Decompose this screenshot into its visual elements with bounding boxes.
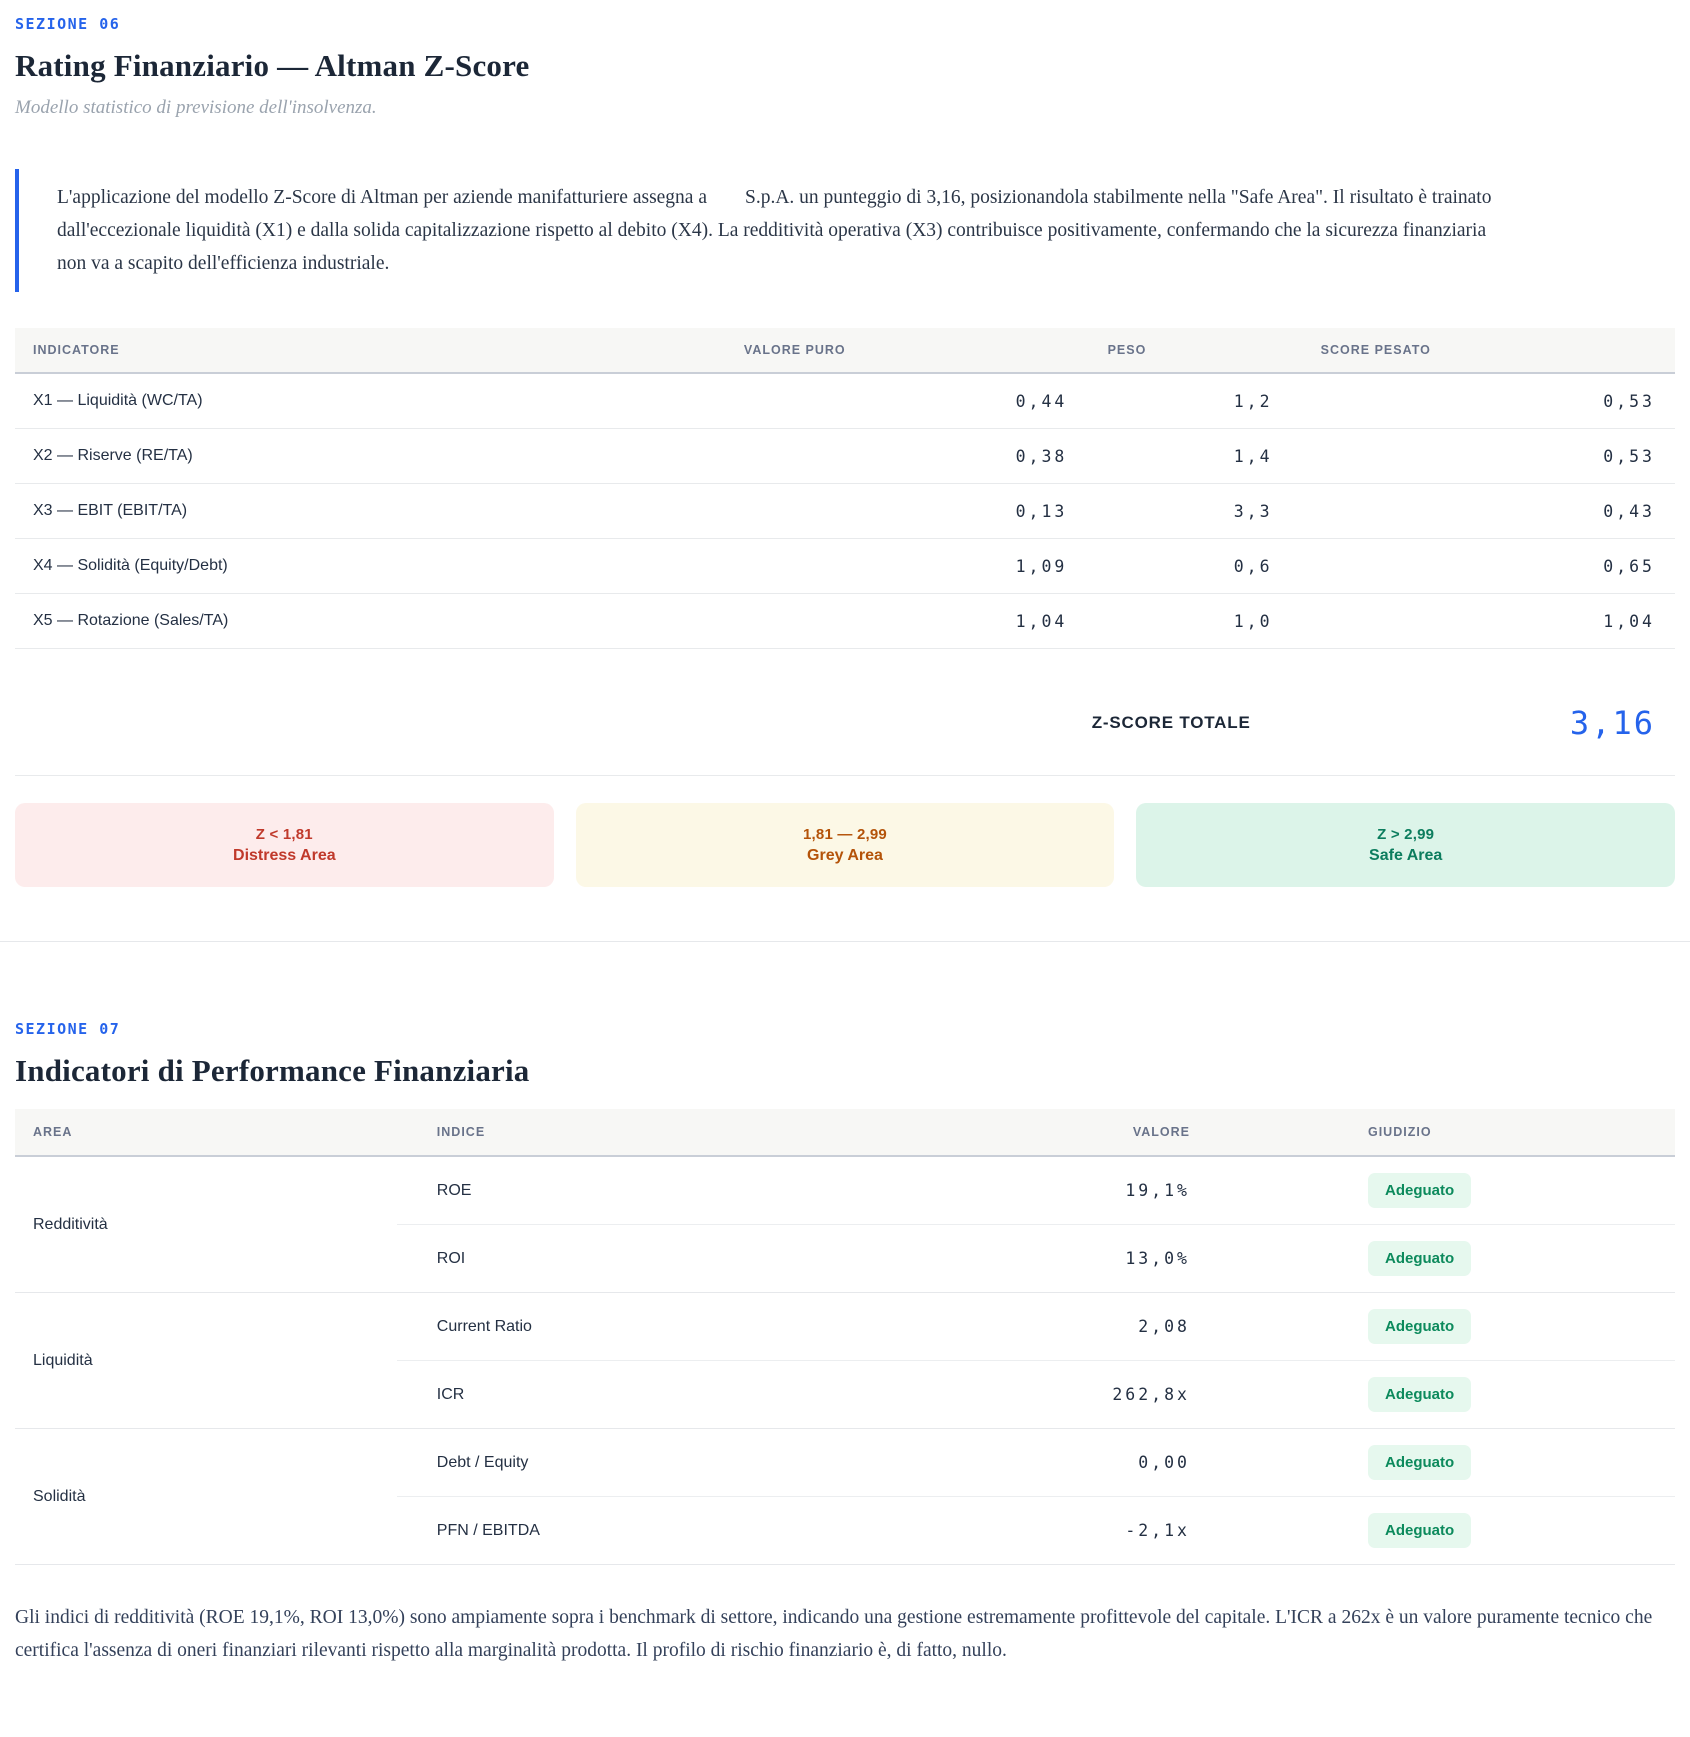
table-row: X4 — Solidità (Equity/Debt) 1,09 0,6 0,6… bbox=[15, 539, 1675, 594]
indicator-weight: 0,6 bbox=[1077, 557, 1276, 576]
zscore-total-row: Z-SCORE TOTALE 3,16 bbox=[15, 649, 1675, 776]
indicator-label: X2 — Riserve (RE/TA) bbox=[15, 447, 712, 465]
report-page: SEZIONE 06 Rating Finanziario — Altman Z… bbox=[0, 0, 1690, 1687]
section-07: SEZIONE 07 Indicatori di Performance Fin… bbox=[15, 1020, 1675, 1667]
zone-label: Safe Area bbox=[1369, 847, 1442, 865]
section-06-title: Rating Finanziario — Altman Z-Score bbox=[15, 48, 1675, 84]
indicator-value: 1,09 bbox=[712, 557, 1077, 576]
indicator-score: 0,43 bbox=[1277, 502, 1675, 521]
judgment-cell: Adeguato bbox=[1260, 1361, 1675, 1428]
group-redditivita: Redditività ROE 19,1% Adeguato ROI 13,0%… bbox=[15, 1157, 1675, 1293]
judgment-badge: Adeguato bbox=[1368, 1309, 1471, 1344]
zone-label: Distress Area bbox=[233, 847, 336, 865]
performance-commentary: Gli indici di redditività (ROE 19,1%, RO… bbox=[15, 1601, 1675, 1667]
indicator-label: X5 — Rotazione (Sales/TA) bbox=[15, 612, 712, 630]
index-value: 13,0% bbox=[978, 1225, 1260, 1292]
judgment-cell: Adeguato bbox=[1260, 1225, 1675, 1292]
indicator-weight: 1,0 bbox=[1077, 612, 1276, 631]
section-separator bbox=[0, 941, 1690, 942]
table-row: X1 — Liquidità (WC/TA) 0,44 1,2 0,53 bbox=[15, 374, 1675, 429]
zone-range: Z > 2,99 bbox=[1377, 826, 1434, 843]
indicator-score: 0,53 bbox=[1277, 392, 1675, 411]
index-label: ROI bbox=[397, 1225, 978, 1292]
judgment-cell: Adeguato bbox=[1260, 1429, 1675, 1496]
index-label: ROE bbox=[397, 1157, 978, 1224]
col-header-valore: Valore bbox=[978, 1125, 1260, 1139]
index-value: 0,00 bbox=[978, 1429, 1260, 1496]
zone-range: 1,81 — 2,99 bbox=[803, 826, 887, 843]
indicator-weight: 1,2 bbox=[1077, 392, 1276, 411]
col-header-area: Area bbox=[15, 1125, 397, 1139]
index-label: Debt / Equity bbox=[397, 1429, 978, 1496]
index-value: -2,1x bbox=[978, 1497, 1260, 1564]
indicator-score: 1,04 bbox=[1277, 612, 1675, 631]
zone-label: Grey Area bbox=[807, 847, 883, 865]
zscore-table: Indicatore Valore Puro Peso Score Pesato… bbox=[15, 328, 1675, 776]
section-06-kicker: SEZIONE 06 bbox=[15, 15, 1675, 33]
col-header-giudizio: Giudizio bbox=[1260, 1125, 1675, 1139]
indicator-weight: 3,3 bbox=[1077, 502, 1276, 521]
judgment-badge: Adeguato bbox=[1368, 1445, 1471, 1480]
performance-table-header: Area Indice Valore Giudizio bbox=[15, 1109, 1675, 1157]
col-header-score-pesato: Score Pesato bbox=[1277, 343, 1675, 357]
section-06: SEZIONE 06 Rating Finanziario — Altman Z… bbox=[15, 15, 1675, 887]
zscore-table-header: Indicatore Valore Puro Peso Score Pesato bbox=[15, 328, 1675, 374]
index-value: 2,08 bbox=[978, 1293, 1260, 1360]
index-value: 19,1% bbox=[978, 1157, 1260, 1224]
group-solidita: Solidità Debt / Equity 0,00 Adeguato PFN… bbox=[15, 1429, 1675, 1565]
indicator-weight: 1,4 bbox=[1077, 447, 1276, 466]
table-row: X3 — EBIT (EBIT/TA) 0,13 3,3 0,43 bbox=[15, 484, 1675, 539]
callout-text-before-company: L'applicazione del modello Z-Score di Al… bbox=[57, 187, 707, 208]
judgment-badge: Adeguato bbox=[1368, 1241, 1471, 1276]
indicator-score: 0,65 bbox=[1277, 557, 1675, 576]
section-07-kicker: SEZIONE 07 bbox=[15, 1020, 1675, 1038]
indicator-label: X1 — Liquidità (WC/TA) bbox=[15, 392, 712, 410]
indicator-value: 0,13 bbox=[712, 502, 1077, 521]
zone-grey-area: 1,81 — 2,99 Grey Area bbox=[576, 803, 1115, 887]
judgment-cell: Adeguato bbox=[1260, 1157, 1675, 1224]
indicator-label: X3 — EBIT (EBIT/TA) bbox=[15, 502, 712, 520]
indicator-value: 1,04 bbox=[712, 612, 1077, 631]
table-row: X2 — Riserve (RE/TA) 0,38 1,4 0,53 bbox=[15, 429, 1675, 484]
area-label: Redditività bbox=[15, 1157, 397, 1292]
col-header-peso: Peso bbox=[1077, 343, 1276, 357]
zscore-total-value: 3,16 bbox=[1277, 704, 1675, 742]
indicator-label: X4 — Solidità (Equity/Debt) bbox=[15, 557, 712, 575]
indicator-score: 0,53 bbox=[1277, 447, 1675, 466]
group-liquidita: Liquidità Current Ratio 2,08 Adeguato IC… bbox=[15, 1293, 1675, 1429]
index-label: Current Ratio bbox=[397, 1293, 978, 1360]
area-label: Liquidità bbox=[15, 1293, 397, 1428]
performance-table: Area Indice Valore Giudizio Redditività … bbox=[15, 1109, 1675, 1565]
index-label: PFN / EBITDA bbox=[397, 1497, 978, 1564]
col-header-valore-puro: Valore Puro bbox=[712, 343, 1077, 357]
zscore-zone-legend: Z < 1,81 Distress Area 1,81 — 2,99 Grey … bbox=[15, 803, 1675, 887]
zone-distress-area: Z < 1,81 Distress Area bbox=[15, 803, 554, 887]
judgment-badge: Adeguato bbox=[1368, 1513, 1471, 1548]
area-label: Solidità bbox=[15, 1429, 397, 1564]
section-06-subtitle: Modello statistico di previsione dell'in… bbox=[15, 97, 1675, 119]
judgment-cell: Adeguato bbox=[1260, 1497, 1675, 1564]
table-row: X5 — Rotazione (Sales/TA) 1,04 1,0 1,04 bbox=[15, 594, 1675, 649]
judgment-badge: Adeguato bbox=[1368, 1377, 1471, 1412]
zone-safe-area: Z > 2,99 Safe Area bbox=[1136, 803, 1675, 887]
zscore-summary-callout: L'applicazione del modello Z-Score di Al… bbox=[15, 169, 1495, 292]
zscore-total-label: Z-SCORE TOTALE bbox=[15, 713, 1277, 733]
col-header-indicatore: Indicatore bbox=[15, 343, 712, 357]
index-value: 262,8x bbox=[978, 1361, 1260, 1428]
judgment-badge: Adeguato bbox=[1368, 1173, 1471, 1208]
index-label: ICR bbox=[397, 1361, 978, 1428]
judgment-cell: Adeguato bbox=[1260, 1293, 1675, 1360]
col-header-indice: Indice bbox=[397, 1125, 978, 1139]
zone-range: Z < 1,81 bbox=[256, 826, 313, 843]
indicator-value: 0,38 bbox=[712, 447, 1077, 466]
section-07-title: Indicatori di Performance Finanziaria bbox=[15, 1053, 1675, 1089]
indicator-value: 0,44 bbox=[712, 392, 1077, 411]
